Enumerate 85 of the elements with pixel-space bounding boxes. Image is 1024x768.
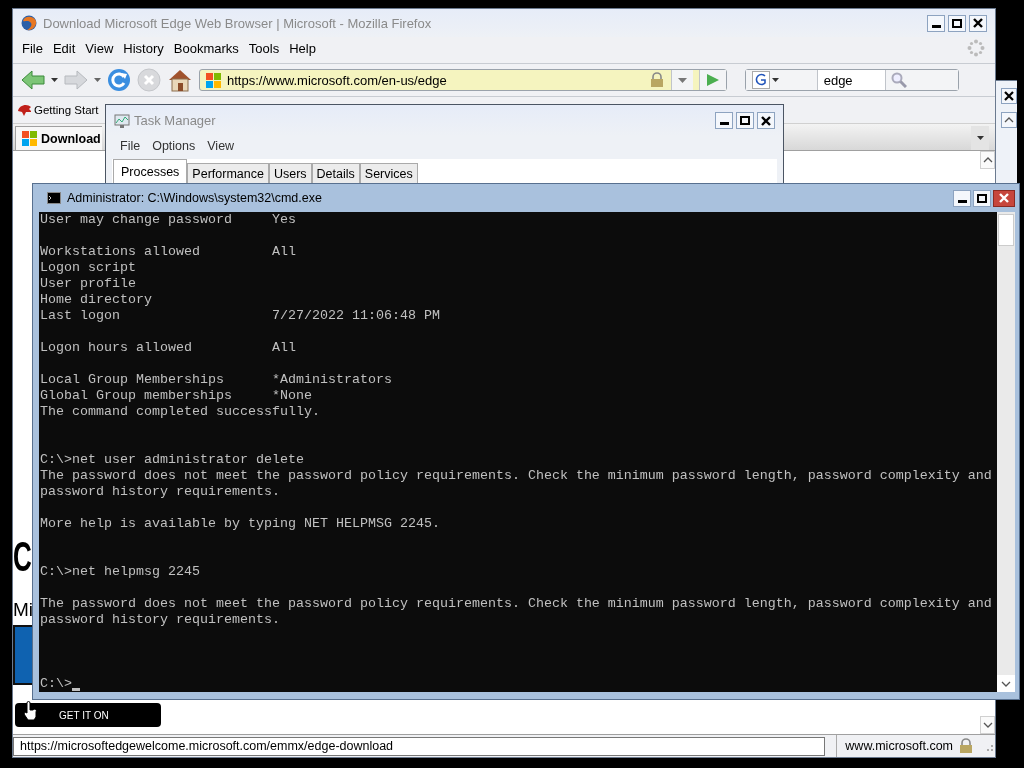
scroll-down-button[interactable] (997, 675, 1015, 692)
maximize-button[interactable] (948, 14, 966, 32)
tab[interactable]: Performance (187, 163, 269, 184)
dropdown-arrow-icon[interactable] (51, 78, 58, 82)
console-icon (47, 192, 61, 204)
console-output: User may change password Yes Workstations allowed All Logon script User profile Home directory Last logon 7/27/2022 11:06:48 PM Logon hours allowed All Local Group Memberships *Administrators Global Group memberships *None The command completed successfully. C:\>net user administrator delete The password does not meet the password policy requirements. Check the minimum password length, password complexity and password history requirements. More help is available by typing NET HELPMSG 2245. C:\>net helpmsg 2245 The password does not meet the password policy requirements. Check the minimum password length, password complexity and password history requirements. (40, 212, 992, 628)
scroll-down-button[interactable] (980, 716, 995, 734)
minimize-icon (931, 24, 941, 28)
activity-throbber-icon (967, 39, 985, 57)
search-icon (891, 72, 908, 88)
close-icon (973, 18, 983, 28)
close-icon (1004, 91, 1014, 101)
bookmark-icon (17, 103, 31, 117)
close-icon (999, 193, 1009, 203)
menu-item[interactable]: File (114, 139, 147, 153)
bookmark-item[interactable]: Getting Start (34, 104, 99, 116)
minimize-icon (719, 122, 729, 125)
badge-text: GET IT ON (59, 709, 109, 721)
minimize-button[interactable] (953, 189, 971, 207)
close-icon (761, 115, 771, 126)
window-title: Administrator: C:\Windows\system32\cmd.exe (67, 191, 323, 205)
site-domain: www.microsoft.com (845, 739, 953, 753)
url-text: https://www.microsoft.com/en-us/edge (227, 72, 448, 88)
letter-g-logo-icon (752, 71, 770, 89)
menu-item[interactable]: History (118, 40, 169, 56)
window-title: Download Microsoft Edge Web Browser | Microsoft - Mozilla Firefox (43, 15, 433, 31)
dropdown-arrow-icon (976, 136, 984, 140)
minimize-button[interactable] (715, 112, 733, 129)
tab[interactable]: Processes (113, 159, 188, 184)
down-chevron-icon (1001, 679, 1011, 688)
search-field[interactable]: edge (745, 69, 959, 91)
back-arrow-icon[interactable] (21, 70, 45, 90)
dropdown-arrow-icon (772, 78, 779, 82)
close-button[interactable] (1001, 88, 1017, 104)
menu-item[interactable]: Options (146, 139, 202, 153)
hand-cursor-icon (23, 701, 37, 721)
menu-item[interactable]: Help (284, 40, 321, 56)
text-cursor (72, 688, 80, 691)
reload-icon[interactable] (107, 68, 131, 92)
page-heading: C (13, 535, 32, 579)
search-text: edge (822, 72, 854, 88)
play-arrow-icon (706, 73, 720, 87)
command-prompt: C:\> (40, 676, 72, 692)
down-chevron-icon (982, 721, 993, 729)
menu-item[interactable]: Edit (47, 40, 81, 56)
maximize-button[interactable] (973, 189, 991, 207)
browser-tab[interactable]: Download (15, 126, 102, 150)
minimize-button[interactable] (927, 14, 945, 32)
menu-item[interactable]: View (80, 40, 119, 56)
monitor-graph-icon (114, 112, 130, 129)
maximize-button[interactable] (736, 112, 754, 129)
menu-item[interactable]: Bookmarks (168, 40, 244, 56)
maximize-icon (977, 193, 987, 203)
dropdown-arrow-icon (678, 77, 687, 83)
up-chevron-icon (982, 156, 993, 164)
firefox-logo-icon (21, 15, 37, 31)
close-button[interactable] (969, 14, 987, 32)
menu-item[interactable]: File (17, 40, 48, 56)
window-title: Task Manager (134, 113, 217, 128)
address-bar[interactable]: https://www.microsoft.com/en-us/edge (199, 69, 727, 91)
lock-icon (649, 72, 665, 88)
search-engine-button[interactable] (746, 70, 818, 90)
page-subheading: Mi (13, 599, 34, 621)
scrollbar[interactable] (997, 212, 1015, 692)
maximize-icon (952, 18, 962, 28)
menu-item[interactable]: Tools (243, 40, 285, 56)
website-logo-icon (22, 131, 37, 146)
close-button[interactable] (993, 189, 1015, 207)
lock-icon (959, 738, 973, 754)
home-icon[interactable] (167, 68, 193, 92)
download-button[interactable] (13, 625, 32, 685)
minimize-icon (957, 199, 967, 203)
store-badge[interactable]: GET IT ON (15, 703, 161, 727)
up-chevron-icon (1004, 116, 1014, 124)
scroll-thumb[interactable] (998, 214, 1014, 246)
menu-item[interactable]: View (201, 139, 241, 153)
close-button[interactable] (757, 112, 775, 129)
url-history-dropdown[interactable] (671, 70, 693, 90)
website-logo-icon (206, 72, 221, 88)
scroll-up-button[interactable] (1001, 112, 1017, 128)
dropdown-arrow-icon[interactable] (94, 78, 101, 82)
link-tooltip: https://microsoftedgewelcome.microsoft.com/emmx/edge-download (13, 736, 825, 756)
tab-list-button[interactable] (971, 126, 989, 150)
scroll-up-button[interactable] (980, 151, 995, 169)
maximize-icon (740, 116, 750, 125)
